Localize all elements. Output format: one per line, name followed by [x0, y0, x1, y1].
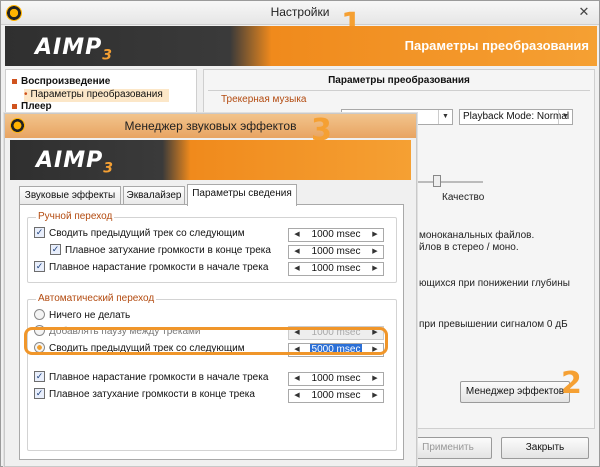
effects-title: Менеджер звуковых эффектов	[124, 119, 297, 133]
manual-crossfade-checkbox[interactable]: ✓ Сводить предыдущий трек со следующим	[34, 227, 245, 242]
effects-manager-button[interactable]: Менеджер эффектов	[460, 381, 570, 403]
panel-title: Параметры преобразования	[328, 75, 470, 86]
auto-nothing-radio[interactable]: Ничего не делать	[34, 309, 130, 324]
arrow-left-icon[interactable]: ◀	[291, 263, 303, 275]
effects-header-banner: AIMP3	[10, 140, 411, 180]
bullet-dot-icon: •	[24, 89, 28, 100]
radio-icon	[34, 309, 45, 320]
auto-fadein-checkbox[interactable]: ✓ Плавное нарастание громкости в начале т…	[34, 371, 268, 386]
arrow-left-icon[interactable]: ◀	[291, 373, 303, 385]
auto-fadeout-checkbox[interactable]: ✓ Плавное затухание громкости в конце тре…	[34, 388, 255, 403]
chevron-down-icon: ▼	[558, 110, 572, 124]
stereo-mono-text: йлов в стерео / моно.	[419, 242, 519, 253]
settings-header-title: Параметры преобразования	[404, 38, 589, 53]
arrow-left-icon[interactable]: ◀	[291, 390, 303, 402]
quality-slider-track[interactable]	[413, 181, 483, 183]
close-icon[interactable]: ✕	[573, 3, 595, 21]
manual-crossfade-stepper[interactable]: ◀ 1000 msec ▶	[288, 228, 384, 242]
arrow-right-icon[interactable]: ▶	[369, 246, 381, 258]
bit-depth-text: ющихся при понижении глубины	[419, 278, 570, 289]
auto-transition-label: Автоматический переход	[36, 293, 157, 304]
bullet-icon	[12, 78, 17, 84]
manual-fadeout-stepper[interactable]: ◀ 1000 msec ▶	[288, 245, 384, 259]
close-button[interactable]: Закрыть	[501, 437, 589, 459]
settings-header-banner: AIMP3 Параметры преобразования	[5, 26, 597, 66]
effects-titlebar[interactable]: Менеджер звуковых эффектов 3	[5, 113, 416, 148]
checkbox-checked-icon: ✓	[34, 227, 45, 238]
tree-item-playback[interactable]: Воспроизведение	[12, 76, 110, 89]
arrow-left-icon[interactable]: ◀	[291, 229, 303, 241]
quality-label: Качество	[442, 192, 485, 203]
playback-mode-select[interactable]: Playback Mode: Normal ▼	[459, 109, 573, 125]
tab-sound-effects[interactable]: Звуковые эффекты	[19, 186, 121, 205]
chevron-down-icon: ▼	[438, 110, 452, 124]
highlight-ring	[24, 327, 388, 355]
auto-fadein-stepper[interactable]: ◀ 1000 msec ▶	[288, 372, 384, 386]
checkbox-checked-icon: ✓	[50, 244, 61, 255]
effects-manager-window: Менеджер звуковых эффектов 3 AIMP3 Звуко…	[4, 113, 417, 467]
apply-button[interactable]: Применить	[404, 437, 492, 459]
tab-mixing-params[interactable]: Параметры сведения	[187, 184, 297, 206]
manual-fadeout-checkbox[interactable]: ✓ Плавное затухание громкости в конце тре…	[50, 244, 271, 259]
checkbox-checked-icon: ✓	[34, 261, 45, 272]
manual-transition-label: Ручной переход	[36, 211, 115, 222]
settings-title: Настройки	[270, 5, 330, 19]
arrow-left-icon[interactable]: ◀	[291, 246, 303, 258]
mono-files-text: моноканальных файлов.	[419, 230, 535, 241]
arrow-right-icon[interactable]: ▶	[369, 229, 381, 241]
arrow-right-icon[interactable]: ▶	[369, 263, 381, 275]
manual-fadein-checkbox[interactable]: ✓ Плавное нарастание громкости в начале т…	[34, 261, 268, 276]
auto-fadeout-stepper[interactable]: ◀ 1000 msec ▶	[288, 389, 384, 403]
tracker-music-label: Трекерная музыка	[221, 94, 307, 105]
clipping-text: при превышении сигналом 0 дБ	[419, 319, 568, 330]
aimp-logo: AIMP3	[35, 35, 113, 64]
checkbox-checked-icon: ✓	[34, 371, 45, 382]
callout-number-2: 2	[561, 366, 582, 401]
manual-fadein-stepper[interactable]: ◀ 1000 msec ▶	[288, 262, 384, 276]
bullet-icon	[12, 103, 17, 109]
checkbox-checked-icon: ✓	[34, 388, 45, 399]
arrow-right-icon[interactable]: ▶	[369, 373, 381, 385]
quality-slider-thumb[interactable]	[433, 175, 441, 187]
tab-equalizer[interactable]: Эквалайзер	[123, 186, 185, 205]
aimp-logo: AIMP3	[36, 148, 114, 177]
settings-titlebar[interactable]: Настройки 1 ✕	[1, 1, 599, 42]
arrow-right-icon[interactable]: ▶	[369, 390, 381, 402]
divider	[208, 90, 590, 91]
